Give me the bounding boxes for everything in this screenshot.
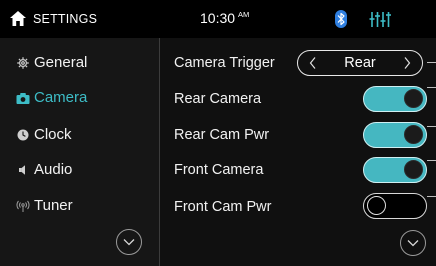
settings-scroll-down-button[interactable] — [400, 230, 426, 256]
clock-icon — [17, 129, 29, 141]
clock-time: 10:30 — [200, 10, 236, 26]
rear-camera-toggle[interactable] — [363, 86, 427, 112]
front-camera-toggle[interactable] — [363, 157, 427, 183]
clock-ampm: AM — [238, 10, 250, 19]
home-icon[interactable] — [10, 11, 26, 26]
sidebar-item-general[interactable]: General — [0, 46, 159, 80]
rear-camera-label: Rear Camera — [174, 91, 262, 107]
sidebar-item-tuner[interactable]: Tuner — [0, 189, 159, 223]
rear-cam-pwr-toggle[interactable] — [363, 122, 427, 148]
clock-display: 10:30 AM — [200, 10, 249, 26]
toggle-knob — [367, 196, 386, 215]
sidebar-item-label: Audio — [34, 161, 73, 178]
scroll-tick — [427, 160, 436, 161]
front-cam-pwr-label: Front Cam Pwr — [174, 199, 272, 215]
sidebar-item-audio[interactable]: Audio — [0, 153, 159, 187]
antenna-icon — [16, 200, 30, 212]
toggle-knob — [404, 125, 423, 144]
gear-icon — [17, 57, 29, 69]
scroll-tick — [427, 62, 436, 63]
camera-icon — [16, 93, 30, 104]
sidebar-item-label: Clock — [34, 126, 72, 143]
scroll-tick — [427, 126, 436, 127]
speaker-icon — [19, 165, 25, 175]
equalizer-icon[interactable] — [369, 10, 391, 28]
front-camera-label: Front Camera — [174, 162, 264, 178]
rear-cam-pwr-label: Rear Cam Pwr — [174, 127, 270, 143]
front-cam-pwr-toggle[interactable] — [363, 193, 427, 219]
sidebar-item-clock[interactable]: Clock — [0, 118, 159, 152]
scroll-tick — [427, 196, 436, 197]
top-bar: SETTINGS 10:30 AM — [0, 0, 436, 38]
page-title: SETTINGS — [33, 12, 98, 26]
camera-trigger-label: Camera Trigger — [174, 55, 275, 71]
sidebar-item-camera[interactable]: Camera — [0, 81, 159, 115]
sidebar-divider — [159, 38, 160, 266]
scroll-tick — [427, 87, 436, 88]
bluetooth-icon — [335, 10, 347, 28]
chevron-down-icon — [123, 239, 135, 246]
sidebar-item-label: Camera — [34, 89, 88, 106]
toggle-knob — [404, 160, 423, 179]
sidebar-item-label: General — [34, 54, 88, 71]
chevron-right-icon[interactable] — [402, 56, 412, 70]
sidebar-scroll-down-button[interactable] — [116, 229, 142, 255]
sidebar-item-label: Tuner — [34, 197, 73, 214]
camera-trigger-selector[interactable]: Rear — [297, 50, 423, 76]
toggle-knob — [404, 89, 423, 108]
chevron-down-icon — [407, 240, 419, 247]
